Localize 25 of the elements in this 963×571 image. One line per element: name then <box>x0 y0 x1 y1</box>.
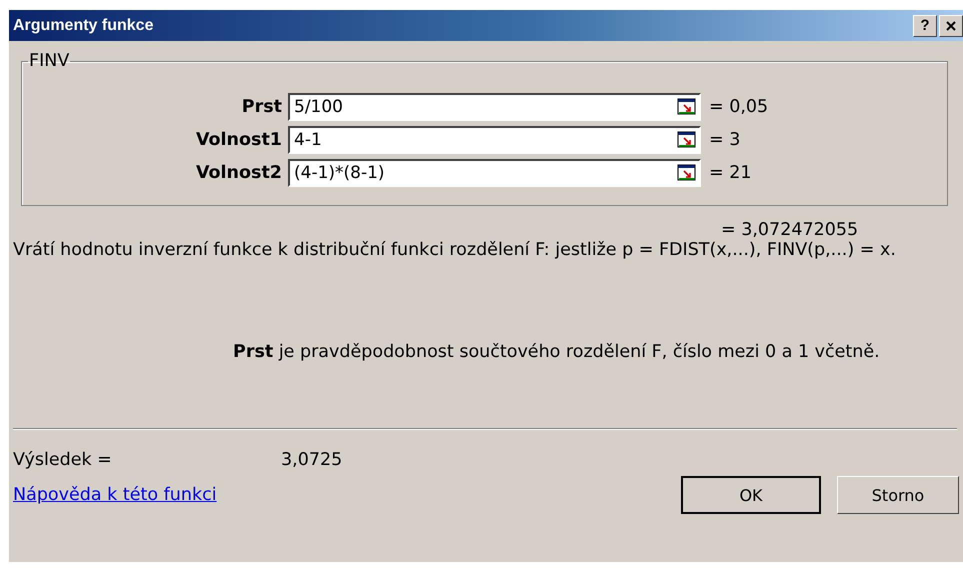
function-description: Vrátí hodnotu inverzní funkce k distribuční funkci rozdělení F: jestliže p = FDIST(x,...), FINV(p,...) = x. <box>13 240 897 260</box>
argument-field[interactable]: 5/100 <box>288 93 701 121</box>
argument-field[interactable]: (4-1)*(8-1) <box>288 159 701 187</box>
help-button[interactable]: ? <box>913 14 937 36</box>
ok-button[interactable]: OK <box>681 476 821 514</box>
close-button[interactable] <box>939 14 963 36</box>
collapse-dialog-icon[interactable] <box>677 98 697 116</box>
close-icon[interactable] <box>946 20 956 30</box>
cancel-button[interactable]: Storno <box>837 476 959 514</box>
argument-label: Prst <box>240 97 283 117</box>
argument-result: = 21 <box>709 163 752 183</box>
argument-field[interactable]: 4-1 <box>288 126 701 154</box>
collapse-dialog-icon[interactable] <box>677 164 697 182</box>
argument-label: Volnost1 <box>194 130 283 150</box>
collapse-dialog-icon[interactable] <box>677 131 697 149</box>
formula-result: = 3,072472055 <box>721 220 860 240</box>
argument-result: = 0,05 <box>709 97 768 117</box>
help-link[interactable]: Nápověda k této funkci <box>13 485 217 505</box>
argument-help: Prst je pravděpodobnost součtového rozdělení F, číslo mezi 0 a 1 včetně. <box>233 342 881 362</box>
argument-result: = 3 <box>709 130 740 150</box>
result-label: Výsledek = <box>13 450 113 470</box>
window-title: Argumenty funkce <box>13 16 154 34</box>
group-legend: FINV <box>28 51 70 71</box>
argument-label: Volnost2 <box>194 163 283 183</box>
result-value: 3,0725 <box>281 450 342 470</box>
